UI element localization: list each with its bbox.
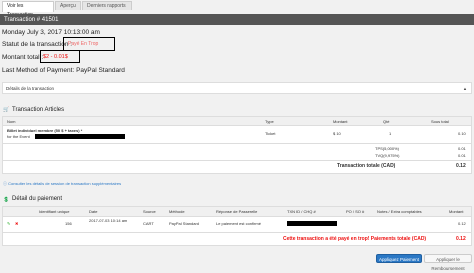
item-qty: 1 [389, 131, 392, 136]
col-txn-id: TXN ID / CHQ # [287, 209, 316, 214]
payment-method: Last Method of Payment: PayPal Standard [2, 67, 125, 74]
tab-label: Aperçu [60, 3, 76, 9]
tab-overview[interactable]: Aperçu [55, 1, 81, 10]
tax1-label: TPS(5,000%) [375, 146, 400, 151]
details-toggle-label: Détails de la transaction [6, 86, 55, 91]
tax1-value: 0.01 [458, 146, 466, 151]
details-toggle[interactable]: Détails de la transaction ▲ [2, 82, 472, 94]
col-payment-amount: Montant [449, 209, 464, 214]
col-date: Date [89, 209, 98, 214]
col-subtotal: Sous total [431, 119, 449, 124]
item-type: Ticket [265, 131, 276, 136]
status-value: Payé En Trop [68, 41, 99, 47]
extra-link-label: Consulter les détails de session de tran… [8, 181, 122, 186]
status-label: Statut de la transaction : [2, 41, 73, 48]
transaction-header [0, 14, 474, 25]
transaction-date: Monday July 3, 2017 10:13:00 am [2, 29, 100, 36]
apply-payment-button[interactable]: Appliquez Paiement [376, 254, 422, 263]
tab-label: Derniers rapports [87, 3, 126, 9]
tab-latest-reports[interactable]: Derniers rapports [82, 1, 132, 10]
redacted-event-name [35, 134, 125, 139]
overpaid-label: Cette transaction a été payé en trop! Pa… [283, 236, 427, 242]
delete-payment-icon[interactable]: ✖ [15, 221, 18, 226]
cart-icon: 🛒 [3, 107, 10, 113]
payment-gateway-response: Le paiement est confirmé [216, 221, 261, 226]
extra-session-details-link[interactable]: ⓘ Consulter les détails de session de tr… [3, 181, 121, 187]
col-source: Source [143, 209, 156, 214]
amount-label: Montant total : [2, 54, 44, 61]
tax2-value: 0.01 [458, 153, 466, 158]
tax2-label: TVQ(9,975%) [375, 153, 400, 158]
articles-table: Nom Type Montant Qté Sous total Billet i… [2, 116, 472, 174]
money-icon: 💲 [3, 197, 10, 203]
col-type: Type [265, 119, 274, 124]
col-notes: Notes / Extra comptables [377, 209, 422, 214]
payments-table: Identifiant unique Date Source Méthode R… [2, 206, 472, 246]
chevron-up-icon: ▲ [463, 86, 467, 91]
col-name: Nom [7, 119, 16, 124]
articles-header-row [3, 117, 471, 126]
col-unique-id: Identifiant unique [39, 209, 70, 214]
payment-date: 2017-07-03 10:14 am [89, 218, 128, 223]
apply-refund-button[interactable]: Appliquer le Remboursement [424, 254, 472, 271]
col-amount: Montant [333, 119, 348, 124]
payment-amount: 0.12 [458, 221, 466, 226]
payment-source: CART [143, 221, 154, 226]
item-subtotal: 0.10 [458, 131, 466, 136]
amount-value: $2 - 0.01$ [43, 54, 68, 60]
item-name: Billet individuel membre (50 $ + taxes) … [7, 128, 83, 133]
col-gateway-response: Réponse de Passerelle [216, 209, 258, 214]
col-po-so: PO / SO # [346, 209, 365, 214]
overpaid-value: 0.12 [456, 236, 466, 242]
col-qty: Qté [383, 119, 390, 124]
col-method: Méthode [169, 209, 185, 214]
redacted-txn-id [287, 221, 337, 226]
tab-view-transactions[interactable]: Voir les Transaction [2, 1, 54, 18]
apply-payment-label: Appliquez Paiement [378, 257, 420, 262]
payment-method: PayPal Standard [169, 221, 200, 226]
transaction-number: Transaction # 41501 [4, 17, 59, 23]
articles-title: Transaction Articles [12, 107, 65, 113]
item-amount: $ 10 [333, 131, 341, 136]
articles-total-label: Transaction totale (CAD) [337, 163, 396, 169]
edit-payment-icon[interactable]: ✎ [7, 221, 10, 226]
payment-details-title: Détail du paiement [12, 196, 63, 202]
item-event: for the Event [7, 134, 30, 139]
apply-refund-label: Appliquer le Remboursement [431, 257, 465, 271]
articles-total-value: 0.12 [456, 163, 466, 169]
payment-id: 156 [65, 221, 72, 226]
